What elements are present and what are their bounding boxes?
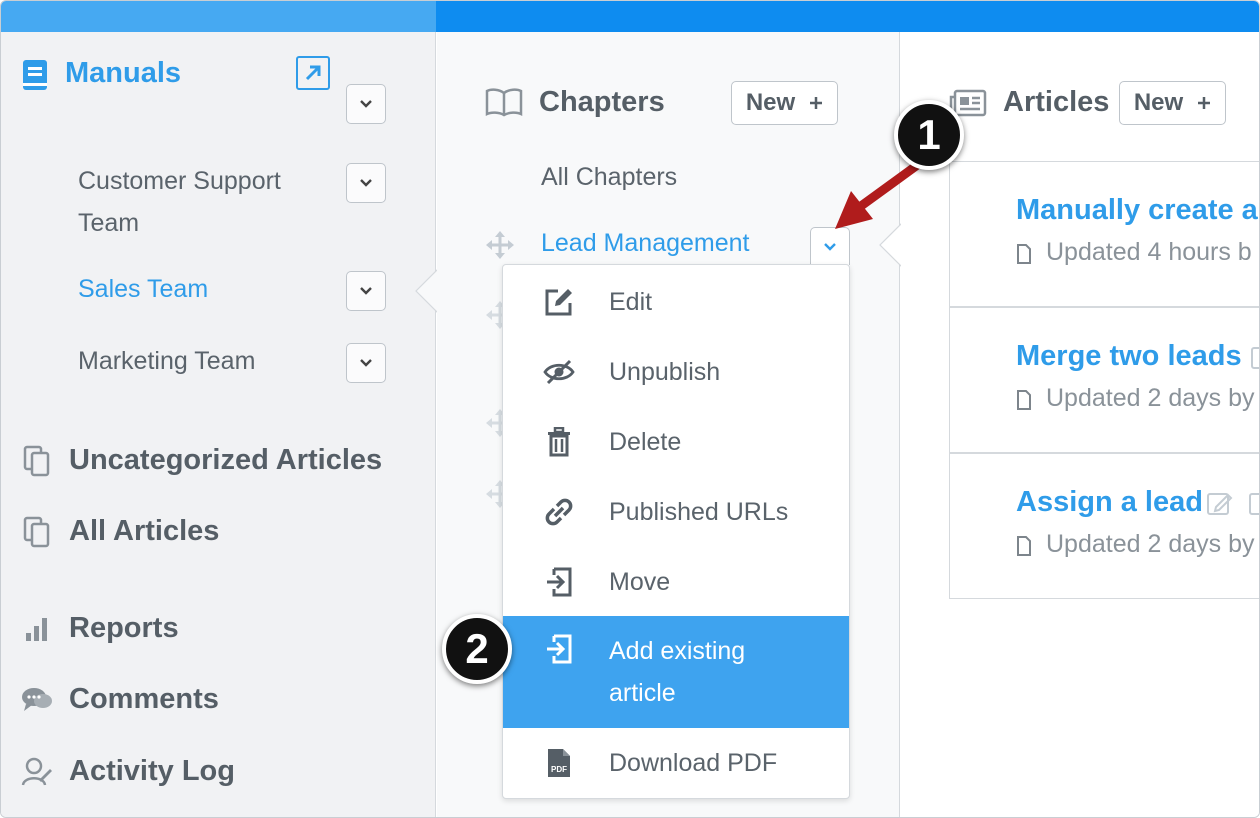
chevron-down-icon — [360, 100, 372, 108]
chapters-title: Chapters — [539, 86, 665, 118]
articles-title: Articles — [1003, 86, 1110, 118]
menu-item-published-urls[interactable]: Published URLs — [503, 491, 849, 533]
plus-icon — [810, 97, 823, 109]
nav-comments[interactable]: Comments — [21, 683, 219, 716]
article-meta: Updated 4 hours b — [1046, 238, 1252, 266]
comments-icon — [21, 684, 53, 716]
team-customer-support-dropdown[interactable] — [346, 163, 386, 203]
app-window: Manuals Customer Support Team Sales Team… — [0, 0, 1260, 818]
new-article-button[interactable]: New — [1119, 81, 1226, 125]
nav-reports[interactable]: Reports — [21, 612, 179, 645]
plus-icon — [1198, 97, 1211, 109]
team-marketing-dropdown[interactable] — [346, 343, 386, 383]
chapter-lead-management[interactable]: Lead Management — [541, 229, 749, 258]
nav-label: Reports — [69, 612, 179, 644]
menu-item-label: Move — [609, 568, 671, 596]
activity-log-icon — [21, 756, 53, 788]
link-icon — [543, 496, 575, 528]
document-icon — [1017, 390, 1031, 410]
article-meta: Updated 2 days by — [1046, 384, 1255, 412]
annotation-step-2: 2 — [442, 614, 512, 684]
article-card[interactable]: Merge two leads Updated 2 days by — [949, 307, 1260, 453]
team-marketing[interactable]: Marketing Team — [78, 340, 255, 382]
trash-icon — [543, 426, 575, 458]
chevron-down-icon — [360, 359, 372, 367]
team-sales-dropdown[interactable] — [346, 271, 386, 311]
menu-item-label: Edit — [609, 288, 653, 316]
svg-text:PDF: PDF — [551, 765, 567, 774]
nav-activity-log[interactable]: Activity Log — [21, 755, 235, 788]
team-customer-support[interactable]: Customer Support Team — [78, 160, 328, 244]
menu-item-add-existing-article[interactable]: Add existing article — [503, 616, 849, 728]
pdf-icon: PDF — [543, 747, 575, 779]
nav-uncategorized-articles[interactable]: Uncategorized Articles — [21, 444, 382, 477]
menu-item-move[interactable]: Move — [503, 561, 849, 603]
menu-item-unpublish[interactable]: Unpublish — [503, 351, 849, 393]
menu-item-label: Add existing article — [609, 637, 746, 707]
chapter-actions-menu: Edit Unpublish Delete Published URLs Mov… — [502, 264, 850, 799]
document-icon — [1017, 536, 1031, 556]
menu-item-label: Download PDF — [609, 749, 778, 777]
menu-item-label: Unpublish — [609, 358, 721, 386]
document-icon — [1017, 244, 1031, 264]
move-in-icon — [543, 566, 575, 598]
menu-item-label: Delete — [609, 428, 682, 456]
team-sales[interactable]: Sales Team — [78, 268, 208, 310]
top-bar-left — [1, 1, 436, 32]
book-icon — [23, 60, 47, 90]
nav-label: All Articles — [69, 515, 220, 547]
article-title[interactable]: Manually create a — [1016, 194, 1258, 227]
article-card[interactable]: Manually create a Updated 4 hours b — [949, 161, 1259, 307]
drag-handle-icon[interactable] — [484, 229, 516, 261]
add-existing-icon — [543, 633, 575, 665]
menu-item-download-pdf[interactable]: PDF Download PDF — [503, 742, 849, 784]
top-bar-right — [436, 1, 1259, 32]
eye-slash-icon — [543, 356, 575, 388]
open-book-icon — [485, 88, 523, 117]
nav-label: Activity Log — [69, 755, 235, 787]
manuals-dropdown-button[interactable] — [346, 84, 386, 124]
chevron-down-icon — [360, 287, 372, 295]
edit-icon[interactable] — [1206, 490, 1234, 518]
new-article-label: New — [1133, 89, 1184, 116]
article-meta: Updated 2 days by — [1046, 530, 1255, 558]
external-link-icon[interactable] — [296, 56, 330, 90]
article-card[interactable]: Assign a lead Updated 2 days by — [949, 453, 1260, 599]
manuals-heading[interactable]: Manuals — [65, 57, 181, 90]
chevron-down-icon — [824, 242, 836, 251]
new-chapter-button[interactable]: New — [731, 81, 838, 125]
edit-icon[interactable] — [1250, 344, 1260, 370]
menu-item-label: Published URLs — [609, 498, 789, 526]
menu-item-delete[interactable]: Delete — [503, 421, 849, 463]
article-title[interactable]: Assign a lead — [1016, 486, 1203, 519]
copy-icon — [21, 516, 53, 548]
menu-item-edit[interactable]: Edit — [503, 281, 849, 323]
nav-label: Comments — [69, 683, 219, 715]
bar-chart-icon — [21, 613, 53, 645]
copy-icon — [21, 445, 53, 477]
nav-label: Uncategorized Articles — [69, 444, 383, 476]
article-title[interactable]: Merge two leads — [1016, 340, 1242, 373]
edit-icon — [543, 286, 575, 318]
edit-icon[interactable] — [1248, 490, 1260, 518]
new-chapter-label: New — [745, 89, 796, 116]
selection-caret — [415, 269, 438, 313]
annotation-step-1: 1 — [894, 100, 964, 170]
nav-all-articles[interactable]: All Articles — [21, 515, 219, 548]
chevron-down-icon — [360, 179, 372, 187]
all-chapters-link[interactable]: All Chapters — [541, 163, 677, 192]
